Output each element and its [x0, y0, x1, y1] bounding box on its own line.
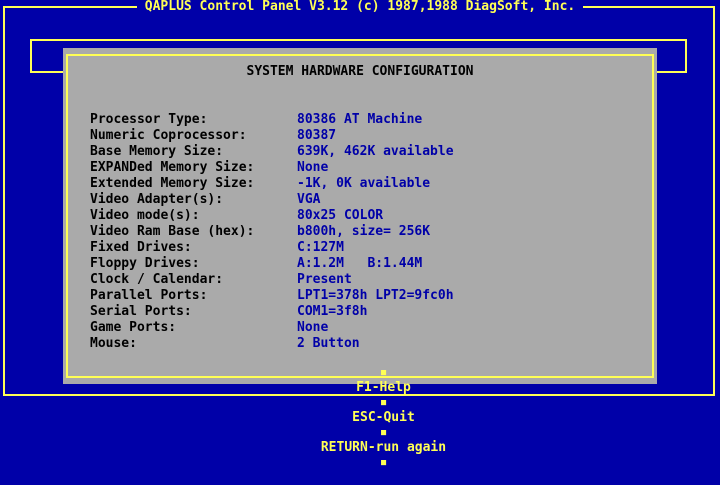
config-label: Base Memory Size: — [90, 144, 224, 159]
config-label: Serial Ports: — [90, 304, 192, 319]
return-run-again-key[interactable]: RETURN-run again — [321, 440, 446, 455]
bullet-icon: ▪ — [379, 395, 388, 410]
dos-screen: QAPLUS Control Panel V3.12 (c) 1987,1988… — [0, 0, 720, 470]
window-title: QAPLUS Control Panel V3.12 (c) 1987,1988… — [136, 0, 584, 18]
config-label: Processor Type: — [90, 112, 208, 127]
config-row-fixed-drives: Fixed Drives: C:127M — [90, 240, 454, 256]
config-label: Video Adapter(s): — [90, 192, 224, 207]
config-label: Video Ram Base (hex): — [90, 224, 255, 239]
config-row-extended-memory: Extended Memory Size: -1K, 0K available — [90, 176, 454, 192]
config-value: VGA — [297, 192, 321, 207]
config-value: 80x25 COLOR — [297, 208, 384, 223]
config-label: Parallel Ports: — [90, 288, 208, 303]
config-value: Present — [297, 272, 352, 287]
f1-help-key[interactable]: F1-Help — [356, 380, 411, 395]
config-row-game-ports: Game Ports: None — [90, 320, 454, 336]
config-value: 80386 AT Machine — [297, 112, 423, 127]
config-label: EXPANDed Memory Size: — [90, 160, 255, 175]
config-row-clock-calendar: Clock / Calendar: Present — [90, 272, 454, 288]
config-label: Video mode(s): — [90, 208, 200, 223]
config-label: Game Ports: — [90, 320, 177, 335]
config-row-parallel-ports: Parallel Ports: LPT1=378h LPT2=9fc0h — [90, 288, 454, 304]
title-bar: QAPLUS Control Panel V3.12 (c) 1987,1988… — [0, 0, 720, 18]
config-label: Numeric Coprocessor: — [90, 128, 247, 143]
bullet-icon: ▪ — [379, 455, 388, 470]
config-label: Floppy Drives: — [90, 256, 200, 271]
config-label: Fixed Drives: — [90, 240, 192, 255]
config-value: b800h, size= 256K — [297, 224, 431, 239]
config-label: Extended Memory Size: — [90, 176, 255, 191]
bullet-icon: ▪ — [379, 425, 388, 440]
config-value: C:127M — [297, 240, 344, 255]
bullet-icon: ▪ — [379, 365, 388, 380]
config-row-base-memory: Base Memory Size: 639K, 462K available — [90, 144, 454, 160]
config-value: None — [297, 320, 329, 335]
config-row-video-ram-base: Video Ram Base (hex): b800h, size= 256K — [90, 224, 454, 240]
config-row-serial-ports: Serial Ports: COM1=3f8h — [90, 304, 454, 320]
config-row-expanded-memory: EXPANDed Memory Size: None — [90, 160, 454, 176]
config-row-floppy-drives: Floppy Drives: A:1.2M B:1.44M — [90, 256, 454, 272]
config-list: Processor Type: 80386 AT Machine Numeric… — [90, 112, 454, 352]
config-row-processor-type: Processor Type: 80386 AT Machine — [90, 112, 454, 128]
config-value: A:1.2M B:1.44M — [297, 256, 423, 271]
config-label: Clock / Calendar: — [90, 272, 224, 287]
config-value: 639K, 462K available — [297, 144, 454, 159]
config-value: 80387 — [297, 128, 337, 143]
config-value: None — [297, 160, 329, 175]
config-value: COM1=3f8h — [297, 304, 368, 319]
esc-quit-key[interactable]: ESC-Quit — [352, 410, 415, 425]
dialog-title: SYSTEM HARDWARE CONFIGURATION — [246, 64, 474, 79]
key-hints: ▪ F1-Help ▪ ESC-Quit ▪ RETURN-run again … — [63, 350, 657, 485]
hardware-config-dialog: SYSTEM HARDWARE CONFIGURATION Processor … — [63, 48, 657, 470]
config-value: LPT1=378h LPT2=9fc0h — [297, 288, 454, 303]
config-row-video-mode: Video mode(s): 80x25 COLOR — [90, 208, 454, 224]
config-row-numeric-coprocessor: Numeric Coprocessor: 80387 — [90, 128, 454, 144]
config-value: -1K, 0K available — [297, 176, 431, 191]
config-row-video-adapter: Video Adapter(s): VGA — [90, 192, 454, 208]
